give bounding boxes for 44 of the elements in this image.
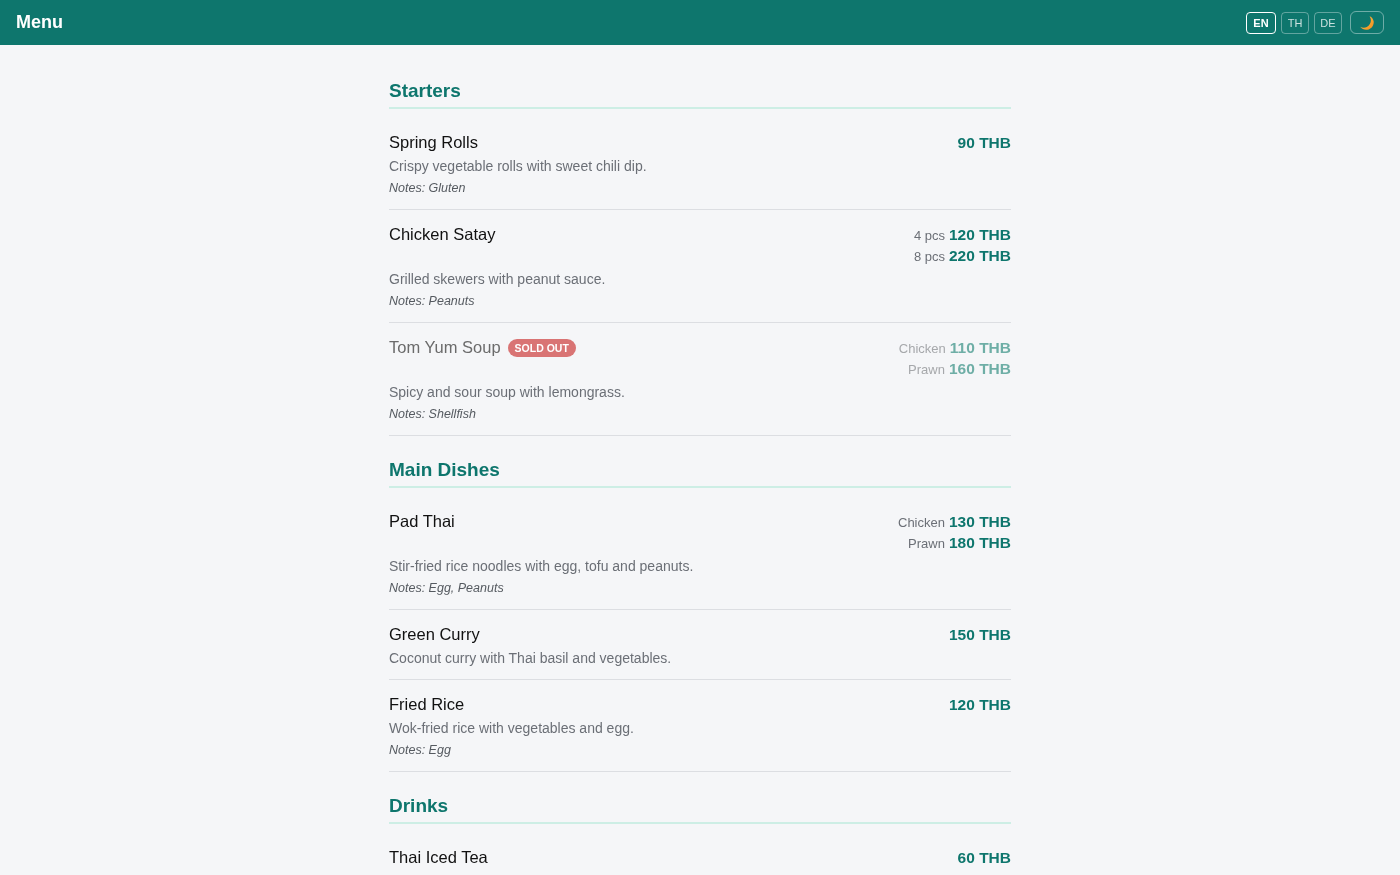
status-badge: SOLD OUT: [507, 338, 576, 357]
language-button[interactable]: EN: [1246, 11, 1276, 34]
price: 160 THB: [948, 359, 1011, 379]
dish-description: Stir-fried rice noodles with egg, tofu and peanuts.: [389, 557, 695, 576]
dish-description: Wok-fried rice with vegetables and egg.: [389, 719, 635, 738]
language-button[interactable]: TH: [1281, 11, 1309, 34]
dish-name: Fried Rice: [389, 694, 465, 715]
dish-name: Tom Yum Soup: [389, 337, 501, 358]
dish-name: Thai Iced Tea: [389, 847, 488, 868]
price: 120 THB: [948, 695, 1011, 715]
dish-name: Spring Rolls: [389, 132, 478, 153]
dish-notes: Notes: Shellfish: [389, 406, 477, 423]
price: 120 THB: [948, 225, 1011, 245]
moon-icon: [1360, 15, 1374, 30]
dish-description: Grilled skewers with peanut sauce.: [389, 270, 607, 289]
price: 110 THB: [949, 338, 1011, 358]
price: 90 THB: [957, 133, 1011, 153]
price: 130 THB: [948, 512, 1011, 532]
dish-notes: Notes: Egg: [389, 742, 452, 759]
dish-description: Spicy and sour soup with lemongrass.: [389, 383, 626, 402]
section-heading: Main Dishes: [389, 458, 1011, 488]
theme-toggle-button[interactable]: [1350, 11, 1384, 34]
dish-name: Pad Thai: [389, 511, 455, 532]
dish-description: Crispy vegetable rolls with sweet chili dip.: [389, 157, 648, 176]
dish-name: Green Curry: [389, 624, 480, 645]
portion-label: 4 pcs: [913, 226, 945, 245]
page-title: Menu: [16, 12, 63, 33]
portion-label: Prawn: [908, 534, 945, 553]
dish-notes: Notes: Peanuts: [389, 293, 476, 310]
price: 150 THB: [948, 625, 1011, 645]
section-heading: Drinks: [389, 794, 1011, 824]
dish-name: Chicken Satay: [389, 224, 496, 245]
section-heading: Starters: [389, 79, 1011, 109]
portion-label: Chicken: [898, 339, 946, 358]
dish-notes: Notes: Gluten: [389, 180, 467, 197]
portion-label: 8 pcs: [913, 247, 945, 266]
price: 220 THB: [948, 246, 1011, 266]
dish-notes: Notes: Egg, Peanuts: [389, 580, 505, 597]
portion-label: Prawn: [908, 360, 945, 379]
price: 60 THB: [957, 848, 1011, 868]
language-button[interactable]: DE: [1314, 11, 1342, 34]
price: 180 THB: [948, 533, 1011, 553]
dish-description: Coconut curry with Thai basil and vegetables.: [389, 649, 673, 668]
portion-label: Chicken: [898, 513, 945, 532]
